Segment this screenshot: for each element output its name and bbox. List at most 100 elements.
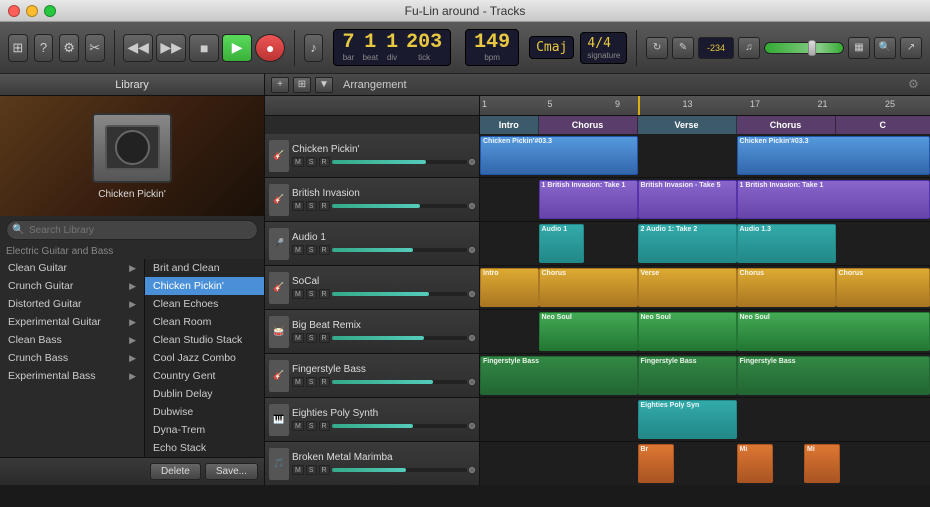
note-icon[interactable]: ♪ [304,34,324,62]
window-controls[interactable] [8,5,56,17]
record-arm-button[interactable]: R [319,201,330,211]
filter-button[interactable]: ▼ [315,77,333,93]
search-input[interactable] [6,220,258,240]
settings-button[interactable]: ⚙ [59,34,79,62]
track-pan-big-beat-remix[interactable] [469,335,475,341]
rewind-button[interactable]: ◀◀ [123,34,153,62]
lib-item-crunch-bass[interactable]: Crunch Bass ▶ [0,349,144,367]
mute-button[interactable]: M [292,157,304,167]
track-pan-chicken-pickin[interactable] [469,159,475,165]
clip-socal-4[interactable]: Chorus [737,268,836,307]
record-arm-button[interactable]: R [319,421,330,431]
solo-button[interactable]: S [306,157,317,167]
sub-item-cool-jazz-combo[interactable]: Cool Jazz Combo [145,349,264,367]
help-button[interactable]: ? [34,34,54,62]
track-volume-eighties-poly-synth[interactable] [332,424,467,428]
clip-chicken-pickin-2[interactable]: Chicken Pickin'#03.3 [737,136,930,175]
lcd-icon-button[interactable]: ⊞ [8,34,28,62]
track-volume-chicken-pickin[interactable] [332,160,467,164]
master-volume-slider[interactable] [764,42,844,54]
track-pan-eighties-poly-synth[interactable] [469,423,475,429]
tuner-button[interactable]: ♫ [738,37,760,59]
scissors-button[interactable]: ✂ [85,34,105,62]
mute-button[interactable]: M [292,201,304,211]
clip-big-beat-remix-2[interactable]: Neo Soul [638,312,737,351]
stop-button[interactable]: ■ [189,34,219,62]
lib-item-experimental-guitar[interactable]: Experimental Guitar ▶ [0,313,144,331]
track-pan-british-invasion[interactable] [469,203,475,209]
sub-item-chicken-pickin[interactable]: Chicken Pickin' [145,277,264,295]
clip-fingerstyle-bass-3[interactable]: Fingerstyle Bass [737,356,930,395]
clip-british-invasion-3[interactable]: 1 British Invasion: Take 1 [737,180,930,219]
clip-broken-metal-marimba-2[interactable]: Mi [737,444,773,483]
arrangement-settings-icon[interactable]: ⚙ [908,77,924,93]
add-track-button[interactable]: + [271,77,289,93]
maximize-button[interactable] [44,5,56,17]
solo-button[interactable]: S [306,333,317,343]
track-pan-audio-1[interactable] [469,247,475,253]
record-button[interactable]: ● [255,34,285,62]
lib-item-experimental-bass[interactable]: Experimental Bass ▶ [0,367,144,385]
track-volume-socal[interactable] [332,292,467,296]
sub-item-clean-room[interactable]: Clean Room [145,313,264,331]
record-arm-button[interactable]: R [319,245,330,255]
fast-forward-button[interactable]: ▶▶ [156,34,186,62]
sub-item-dublin-delay[interactable]: Dublin Delay [145,385,264,403]
solo-button[interactable]: S [306,245,317,255]
clip-british-invasion-2[interactable]: British Invasion - Take 5 [638,180,737,219]
sub-item-clean-studio-stack[interactable]: Clean Studio Stack [145,331,264,349]
clip-big-beat-remix-1[interactable]: Neo Soul [539,312,638,351]
sub-item-echo-stack[interactable]: Echo Stack [145,439,264,457]
clip-broken-metal-marimba-1[interactable]: Br [638,444,674,483]
delete-button[interactable]: Delete [150,463,201,480]
play-button[interactable]: ▶ [222,34,252,62]
track-pan-fingerstyle-bass[interactable] [469,379,475,385]
lib-item-clean-guitar[interactable]: Clean Guitar ▶ [0,259,144,277]
mute-button[interactable]: M [292,421,304,431]
clip-socal-1[interactable]: Intro [480,268,539,307]
media-button[interactable]: ▦ [848,37,870,59]
record-arm-button[interactable]: R [319,465,330,475]
minimize-button[interactable] [26,5,38,17]
track-volume-broken-metal-marimba[interactable] [332,468,467,472]
record-arm-button[interactable]: R [319,333,330,343]
solo-button[interactable]: S [306,465,317,475]
sub-item-dyna-trem[interactable]: Dyna-Trem [145,421,264,439]
sub-item-country-gent[interactable]: Country Gent [145,367,264,385]
clip-fingerstyle-bass-1[interactable]: Fingerstyle Bass [480,356,638,395]
clip-chicken-pickin-1[interactable]: Chicken Pickin'#03.3 [480,136,638,175]
mute-button[interactable]: M [292,465,304,475]
mute-button[interactable]: M [292,333,304,343]
clip-audio-1-3[interactable]: Audio 1.3 [737,224,836,263]
solo-button[interactable]: S [306,421,317,431]
search-button[interactable]: 🔍 [874,37,896,59]
clip-big-beat-remix-3[interactable]: Neo Soul [737,312,930,351]
track-pan-socal[interactable] [469,291,475,297]
lib-item-clean-bass[interactable]: Clean Bass ▶ [0,331,144,349]
clip-british-invasion-1[interactable]: 1 British Invasion: Take 1 [539,180,638,219]
track-list[interactable]: 🎸 Chicken Pickin' M S R [265,134,930,485]
sub-item-clean-echoes[interactable]: Clean Echoes [145,295,264,313]
clip-audio-1-2[interactable]: 2 Audio 1: Take 2 [638,224,737,263]
save-button[interactable]: Save... [205,463,258,480]
mute-button[interactable]: M [292,377,304,387]
record-arm-button[interactable]: R [319,377,330,387]
record-arm-button[interactable]: R [319,289,330,299]
close-button[interactable] [8,5,20,17]
track-volume-audio-1[interactable] [332,248,467,252]
share-button[interactable]: ↗ [900,37,922,59]
solo-button[interactable]: S [306,201,317,211]
clip-fingerstyle-bass-2[interactable]: Fingerstyle Bass [638,356,737,395]
solo-button[interactable]: S [306,377,317,387]
record-arm-button[interactable]: R [319,157,330,167]
track-view-button[interactable]: ⊞ [293,77,311,93]
pencil-button[interactable]: ✎ [672,37,694,59]
mute-button[interactable]: M [292,289,304,299]
clip-audio-1-1[interactable]: Audio 1 [539,224,584,263]
track-pan-broken-metal-marimba[interactable] [469,467,475,473]
lib-item-distorted-guitar[interactable]: Distorted Guitar ▶ [0,295,144,313]
sub-item-brit-clean[interactable]: Brit and Clean [145,259,264,277]
clip-socal-5[interactable]: Chorus [836,268,930,307]
mute-button[interactable]: M [292,245,304,255]
sync-button[interactable]: ↻ [646,37,668,59]
